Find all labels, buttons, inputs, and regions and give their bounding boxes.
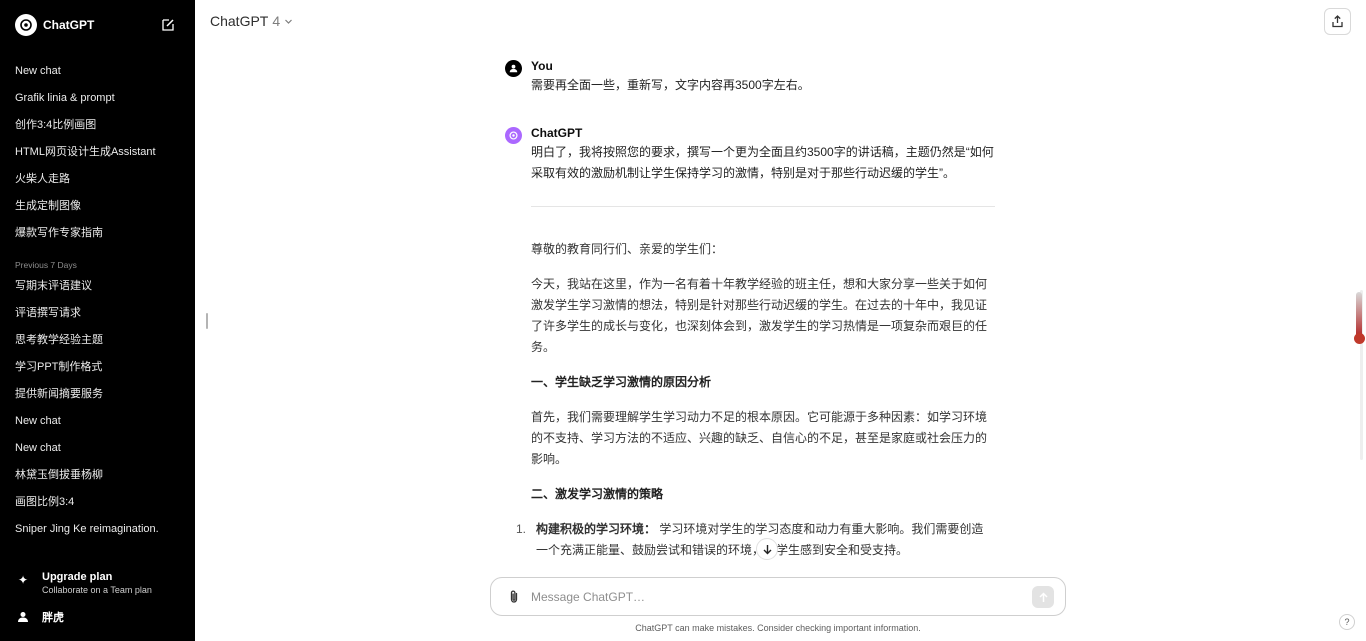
scrollbar-thumb[interactable]	[1356, 292, 1362, 338]
list-item-title: 构建积极的学习环境：	[536, 522, 657, 536]
sidebar-item-chat[interactable]: 提供新闻摘要服务	[0, 381, 195, 408]
sidebar-item-chat[interactable]: 火柴人走路	[0, 166, 195, 193]
sidebar-item-chat[interactable]: 画图比例3:4	[0, 489, 195, 516]
disclaimer-text: ChatGPT can make mistakes. Consider chec…	[635, 623, 921, 633]
list-number: 1.	[516, 522, 527, 536]
sidebar-header: ChatGPT	[0, 0, 195, 50]
conversation-thread: You 需要再全面一些，重新写，文字内容再3500字左右。 ChatGPT 明白…	[505, 58, 995, 576]
user-message: You 需要再全面一些，重新写，文字内容再3500字左右。	[505, 58, 995, 96]
chat-history-list: New chat New chat Grafik linia & prompt …	[0, 31, 195, 543]
help-button[interactable]: ?	[1339, 614, 1355, 630]
model-selector[interactable]: ChatGPT 4	[210, 13, 293, 29]
model-name: ChatGPT	[210, 13, 269, 29]
message-intro: 明白了，我将按照您的要求，撰写一个更为全面且约3500字的讲话稿，主题仍然是“如…	[531, 145, 994, 180]
sidebar-item-chat[interactable]: 写期末评语建议	[0, 273, 195, 300]
user-menu-button[interactable]: 胖虎	[15, 609, 64, 625]
upgrade-title: Upgrade plan	[42, 571, 113, 583]
edit-icon[interactable]	[161, 18, 175, 32]
upgrade-plan-button[interactable]: ✦ Upgrade plan Collaborate on a Team pla…	[15, 571, 152, 595]
paragraph: 首先，我们需要理解学生学习动力不足的根本原因。它可能源于多种因素：如学习环境的不…	[531, 410, 988, 466]
model-version: 4	[272, 13, 281, 29]
share-icon	[1332, 15, 1343, 28]
share-button[interactable]	[1324, 8, 1351, 35]
divider	[531, 206, 995, 207]
sidebar-item-chat[interactable]: New chat	[0, 58, 195, 85]
sidebar-item-chat[interactable]: HTML网页设计生成Assistant	[0, 139, 195, 166]
arrow-down-icon	[763, 544, 771, 554]
sidebar-resize-handle[interactable]	[206, 313, 208, 329]
scrollbar-knob[interactable]	[1354, 333, 1365, 344]
assistant-message: ChatGPT 明白了，我将按照您的要求，撰写一个更为全面且约3500字的讲话稿…	[505, 125, 995, 561]
message-author: You	[531, 59, 553, 73]
sidebar-item-chat[interactable]: New chat	[0, 408, 195, 435]
greeting-paragraph: 尊敬的教育同行们、亲爱的学生们：	[531, 242, 724, 256]
sidebar-item-chat[interactable]: 林黛玉倒拔垂杨柳	[0, 462, 195, 489]
app-window: New chat New chat Grafik linia & prompt …	[0, 0, 1366, 641]
sidebar-item-chat[interactable]: 创作3:4比例画图	[0, 112, 195, 139]
sidebar-footer: ✦ Upgrade plan Collaborate on a Team pla…	[0, 563, 195, 641]
message-input[interactable]	[531, 587, 1011, 607]
section-label-previous-7-days: Previous 7 Days	[15, 260, 77, 270]
message-author: ChatGPT	[531, 126, 583, 140]
scroll-to-bottom-button[interactable]	[756, 538, 778, 560]
sparkle-icon: ✦	[17, 573, 29, 587]
sidebar-item-chat[interactable]: Sniper Jing Ke reimagination.	[0, 516, 195, 543]
sidebar-item-chat[interactable]: Grafik linia & prompt	[0, 85, 195, 112]
user-avatar	[505, 60, 522, 77]
sidebar-item-chat[interactable]: 思考教学经验主题	[0, 327, 195, 354]
user-name: 胖虎	[42, 612, 64, 624]
sidebar-item-chat[interactable]: 评语撰写请求	[0, 300, 195, 327]
message-text: 需要再全面一些，重新写，文字内容再3500字左右。	[531, 78, 810, 92]
upgrade-subtitle: Collaborate on a Team plan	[42, 585, 152, 595]
send-button[interactable]	[1032, 586, 1054, 608]
section-heading: 二、激发学习激情的策略	[531, 487, 664, 501]
sidebar-item-chat[interactable]: 爆款写作专家指南	[0, 220, 195, 247]
chevron-down-icon	[285, 19, 293, 24]
paragraph: 今天，我站在这里，作为一名有着十年教学经验的班主任，想和大家分享一些关于如何激发…	[531, 277, 988, 354]
paperclip-icon[interactable]	[506, 589, 522, 605]
openai-logo-icon[interactable]	[15, 14, 37, 36]
arrow-up-icon	[1038, 591, 1048, 602]
message-composer	[490, 577, 1066, 616]
section-heading: 一、学生缺乏学习激情的原因分析	[531, 375, 712, 389]
sidebar-item-chat[interactable]: New chat	[0, 435, 195, 462]
app-title[interactable]: ChatGPT	[43, 18, 94, 32]
sidebar: New chat New chat Grafik linia & prompt …	[0, 0, 195, 641]
chatgpt-avatar-icon	[505, 127, 522, 144]
user-icon	[15, 609, 31, 625]
sidebar-item-chat[interactable]: 生成定制图像	[0, 193, 195, 220]
sidebar-item-chat[interactable]: 学习PPT制作格式	[0, 354, 195, 381]
